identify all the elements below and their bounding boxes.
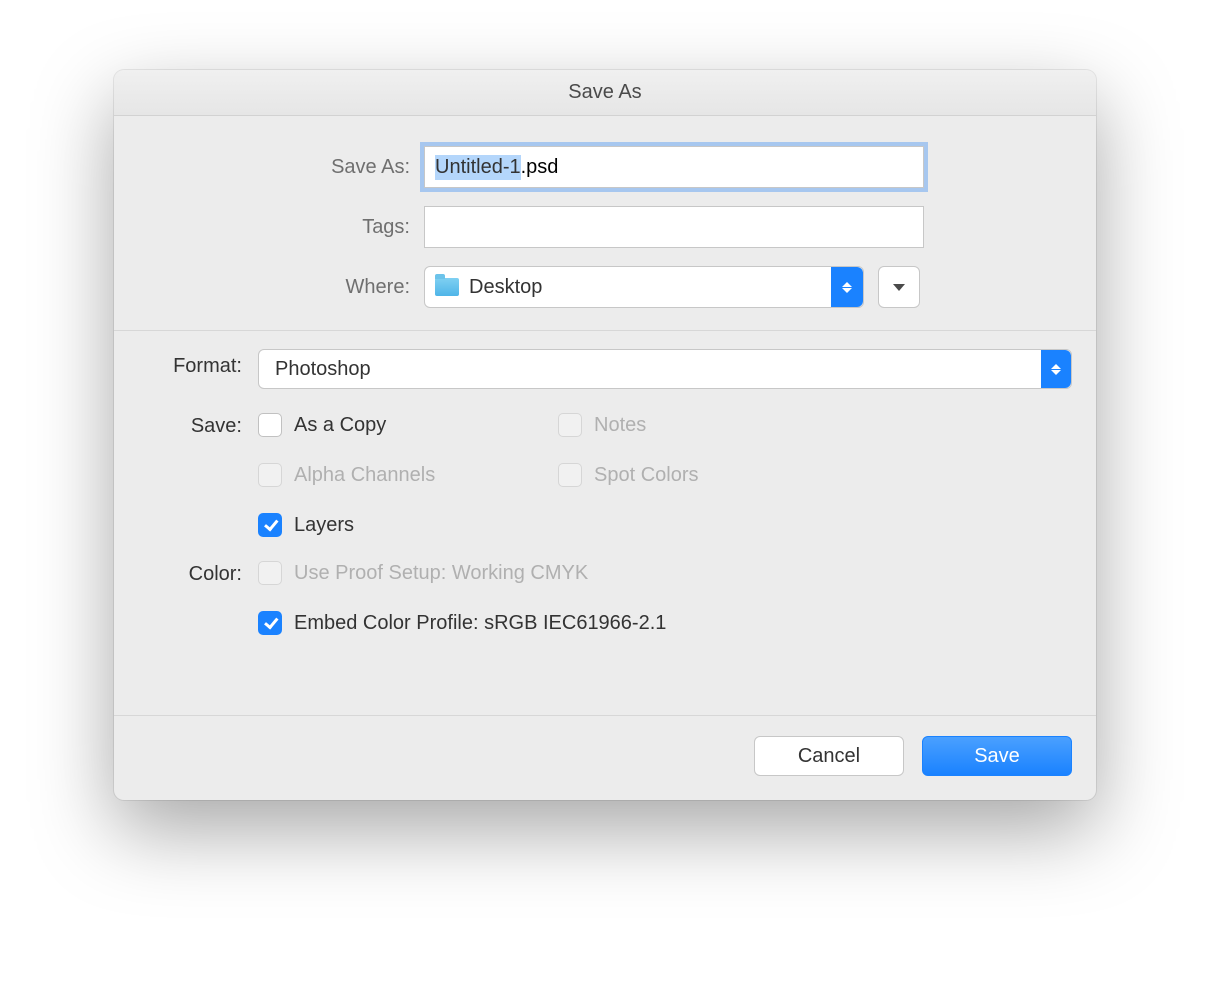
stepper-icon — [831, 267, 863, 307]
dialog-titlebar: Save As — [114, 70, 1096, 116]
where-label: Where: — [138, 276, 424, 299]
button-bar: Cancel Save — [114, 716, 1096, 800]
filename-input[interactable]: Untitled-1.psd — [424, 146, 924, 188]
format-select[interactable]: Photoshop — [258, 349, 1072, 389]
layers-label: Layers — [294, 514, 354, 537]
notes-label: Notes — [594, 414, 646, 437]
save-button[interactable]: Save — [922, 736, 1072, 776]
dialog-title: Save As — [568, 81, 641, 104]
save-as-dialog: Save As Save As: Untitled-1.psd Tags: Wh… — [114, 70, 1096, 800]
as-a-copy-checkbox[interactable] — [258, 413, 282, 437]
spot-colors-label: Spot Colors — [594, 464, 699, 487]
embed-color-profile-checkbox[interactable] — [258, 611, 282, 635]
stepper-icon — [1041, 350, 1071, 388]
chevron-down-icon — [893, 284, 905, 291]
use-proof-setup-checkbox — [258, 561, 282, 585]
layers-checkbox[interactable] — [258, 513, 282, 537]
checkmark-icon — [264, 614, 278, 629]
embed-color-profile-label: Embed Color Profile: sRGB IEC61966-2.1 — [294, 612, 666, 635]
alpha-channels-label: Alpha Channels — [294, 464, 435, 487]
options-section: Format: Photoshop Save: As a Copy — [114, 331, 1096, 716]
where-select[interactable]: Desktop — [424, 266, 864, 308]
format-label: Format: — [138, 349, 258, 378]
expand-button[interactable] — [878, 266, 920, 308]
alpha-channels-checkbox — [258, 463, 282, 487]
as-a-copy-label: As a Copy — [294, 414, 386, 437]
format-value: Photoshop — [275, 358, 371, 381]
tags-input[interactable] — [424, 206, 924, 248]
use-proof-setup-label: Use Proof Setup: Working CMYK — [294, 562, 588, 585]
tags-label: Tags: — [138, 216, 424, 239]
cancel-button[interactable]: Cancel — [754, 736, 904, 776]
where-value: Desktop — [469, 276, 542, 299]
color-options-label: Color: — [138, 557, 258, 586]
notes-checkbox — [558, 413, 582, 437]
save-options-label: Save: — [138, 409, 258, 438]
filename-ext: .psd — [521, 156, 559, 179]
top-section: Save As: Untitled-1.psd Tags: Where: Des… — [114, 116, 1096, 331]
checkmark-icon — [264, 516, 278, 531]
spot-colors-checkbox — [558, 463, 582, 487]
save-as-label: Save As: — [138, 156, 424, 179]
filename-base: Untitled-1 — [435, 155, 521, 180]
folder-icon — [435, 278, 459, 296]
